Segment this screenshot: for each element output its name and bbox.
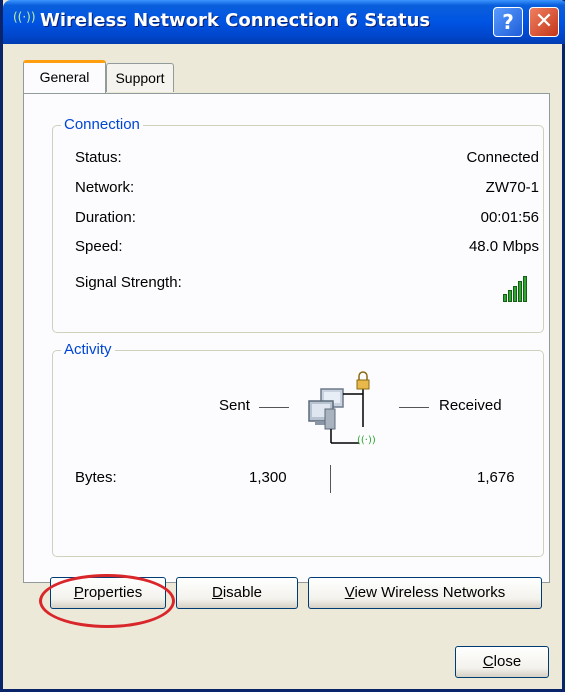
status-row: Status: Connected — [75, 149, 539, 171]
signal-bar — [518, 281, 522, 302]
network-row: Network: ZW70-1 — [75, 179, 539, 201]
speed-label: Speed: — [75, 238, 123, 255]
close-button[interactable]: Close — [455, 646, 549, 678]
close-window-button[interactable]: ✕ — [529, 7, 559, 37]
tab-general[interactable]: General — [23, 60, 106, 93]
disable-button[interactable]: Disable — [176, 577, 298, 609]
bytes-label: Bytes: — [75, 469, 117, 486]
sent-connector-line — [259, 407, 289, 408]
close-accesskey: C — [482, 653, 494, 670]
sent-label: Sent — [219, 397, 250, 414]
network-value: ZW70-1 — [485, 179, 539, 196]
close-label: lose — [493, 653, 522, 670]
status-label: Status: — [75, 149, 122, 166]
speed-row: Speed: 48.0 Mbps — [75, 238, 539, 260]
bytes-divider — [330, 465, 331, 493]
bytes-sent-value: 1,300 — [249, 469, 287, 486]
status-value: Connected — [466, 149, 539, 166]
duration-label: Duration: — [75, 209, 136, 226]
disable-accesskey: D — [211, 584, 223, 601]
received-connector-line — [399, 407, 429, 408]
speed-value: 48.0 Mbps — [468, 238, 539, 255]
activity-legend: Activity — [61, 341, 115, 358]
activity-group: Activity Sent ((·)) Received Bytes: 1,30… — [52, 341, 544, 557]
wireless-network-icon: ((·)) — [13, 10, 36, 24]
network-activity-icon — [308, 371, 370, 444]
dialog-window: ((·)) Wireless Network Connection 6 Stat… — [0, 0, 565, 692]
view-wireless-networks-button[interactable]: View Wireless Networks — [308, 577, 542, 609]
network-label: Network: — [75, 179, 135, 196]
connection-legend: Connection — [61, 116, 143, 133]
view-wireless-accesskey: V — [344, 584, 355, 601]
highlight-ellipse — [39, 574, 175, 628]
bytes-received-value: 1,676 — [477, 469, 515, 486]
wireless-badge-icon: ((·)) — [357, 435, 376, 446]
connection-group: Connection Status: Connected Network: ZW… — [52, 116, 544, 333]
signal-bar — [513, 286, 517, 302]
window-title: Wireless Network Connection 6 Status — [40, 10, 431, 31]
duration-value: 00:01:56 — [480, 209, 539, 226]
general-tab-panel: Connection Status: Connected Network: ZW… — [23, 93, 550, 583]
signal-bar — [523, 276, 527, 302]
disable-label: isable — [222, 584, 263, 601]
title-bar[interactable]: ((·)) Wireless Network Connection 6 Stat… — [3, 0, 565, 44]
signal-bar — [508, 290, 512, 302]
signal-strength-row: Signal Strength: — [75, 274, 539, 302]
signal-strength-label: Signal Strength: — [75, 274, 182, 291]
received-label: Received — [439, 397, 502, 414]
tab-support[interactable]: Support — [106, 63, 174, 92]
signal-bar — [503, 294, 507, 302]
view-wireless-label: iew Wireless Networks — [354, 584, 506, 601]
duration-row: Duration: 00:01:56 — [75, 209, 539, 231]
signal-strength-icon — [503, 272, 531, 302]
help-button[interactable]: ? — [493, 7, 523, 37]
